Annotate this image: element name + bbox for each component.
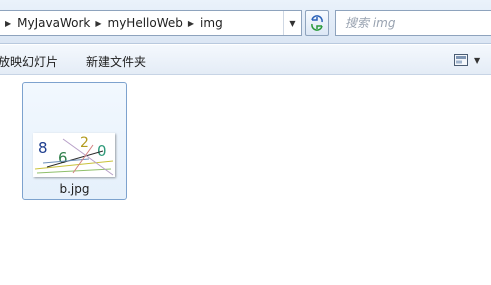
chevron-right-icon[interactable]: ▶: [95, 19, 101, 28]
breadcrumb-myhelloweb[interactable]: myHelloWeb: [108, 16, 183, 30]
chevron-right-icon[interactable]: ▶: [5, 19, 11, 28]
new-folder-button[interactable]: 新建文件夹: [86, 53, 146, 70]
breadcrumb-myjavawork[interactable]: MyJavaWork: [17, 16, 90, 30]
captcha-char: 2: [80, 135, 89, 151]
chevron-right-icon[interactable]: ▶: [188, 19, 194, 28]
address-bar[interactable]: ▶ MyJavaWork ▶ myHelloWeb ▶ img ▼: [0, 10, 302, 36]
chevron-down-icon[interactable]: ▼: [283, 11, 301, 35]
file-item[interactable]: 8 6 2 0 b.jpg: [22, 82, 127, 200]
captcha-char: 8: [38, 139, 48, 157]
command-bar: 放映幻灯片 新建文件夹 ▼: [0, 45, 491, 75]
file-list-pane[interactable]: 8 6 2 0 b.jpg: [0, 76, 491, 285]
file-name: b.jpg: [59, 182, 90, 196]
view-options-button[interactable]: ▼: [454, 53, 484, 67]
refresh-button[interactable]: [305, 10, 329, 36]
breadcrumb-img[interactable]: img: [200, 16, 223, 30]
search-box[interactable]: [335, 10, 491, 36]
captcha-char: 6: [58, 149, 68, 167]
chevron-down-icon[interactable]: ▼: [474, 56, 480, 65]
file-thumbnail: 8 6 2 0: [33, 133, 115, 177]
captcha-image: 8 6 2 0: [34, 135, 114, 176]
view-options-icon: [454, 54, 468, 66]
refresh-icon: [311, 15, 323, 31]
slideshow-button[interactable]: 放映幻灯片: [0, 53, 58, 70]
navigation-bar: ▶ MyJavaWork ▶ myHelloWeb ▶ img ▼: [0, 0, 491, 44]
search-input[interactable]: [336, 11, 486, 35]
